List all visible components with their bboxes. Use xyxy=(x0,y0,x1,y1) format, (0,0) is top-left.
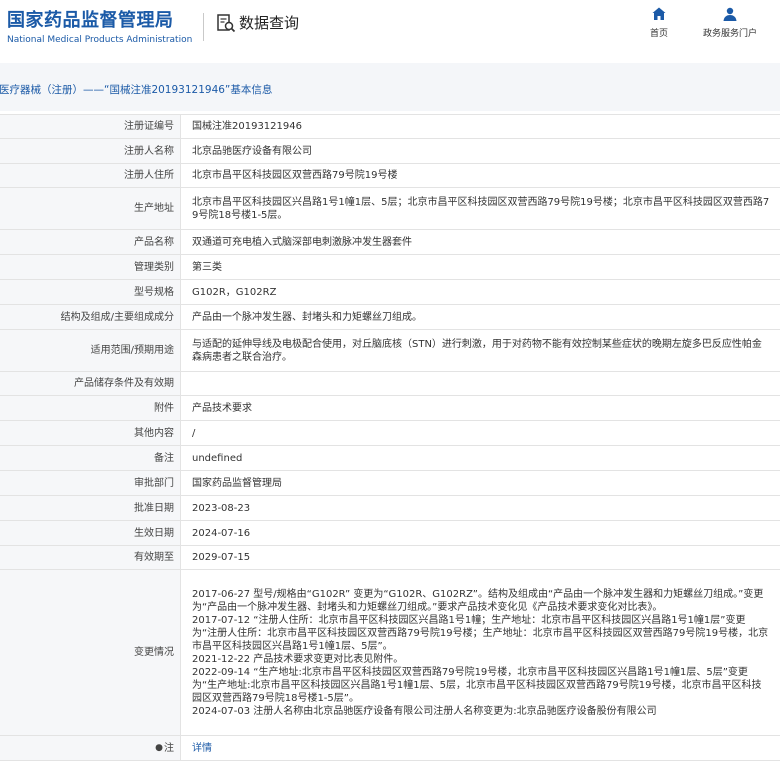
row-label: 变更情况 xyxy=(0,570,181,735)
table-row: 型号规格 G102R，G102RZ xyxy=(0,280,780,305)
row-label: 生产地址 xyxy=(0,188,181,229)
row-value: 国械注准20193121946 xyxy=(192,121,302,132)
row-value: 2029-07-15 xyxy=(192,552,251,563)
change-item: 2022-09-14 “生产地址:北京市昌平区科技园区双营西路79号院19号楼，… xyxy=(192,666,762,704)
row-label: 批准日期 xyxy=(0,496,181,520)
row-label: 管理类别 xyxy=(0,255,181,279)
table-row: 注册证编号 国械注准20193121946 xyxy=(0,115,780,139)
breadcrumb-text: 医疗器械（注册）——“国械注准20193121946”基本信息 xyxy=(0,84,273,96)
table-row: 附件 产品技术要求 xyxy=(0,396,780,421)
row-value: 2024-07-16 xyxy=(192,527,251,539)
logo-english-name: National Medical Products Administration xyxy=(7,35,193,45)
table-row: 生效日期 2024-07-16 xyxy=(0,521,780,546)
section-title-text: 数据查询 xyxy=(239,14,300,32)
section-title: 数据查询 xyxy=(216,12,299,33)
row-value: 北京品驰医疗设备有限公司 xyxy=(192,145,312,157)
home-icon xyxy=(652,7,666,20)
change-item: 2017-06-27 型号/规格由“G102R” 变更为“G102R、G102R… xyxy=(192,588,764,613)
row-label: 型号规格 xyxy=(0,280,181,304)
nav-home[interactable]: 首页 xyxy=(650,6,668,39)
change-item: 2017-07-12 “注册人住所：北京市昌平区科技园区兴昌路1号1幢；生产地址… xyxy=(192,614,769,652)
table-row: 产品储存条件及有效期 xyxy=(0,372,780,396)
row-label: 审批部门 xyxy=(0,471,181,495)
table-row: 适用范围/预期用途 与适配的延伸导线及电极配合使用，对丘脑底核（STN）进行刺激… xyxy=(0,330,780,372)
user-icon xyxy=(723,7,737,21)
row-value: 国家药品监督管理局 xyxy=(192,477,282,489)
table-row: 产品名称 双通道可充电植入式脑深部电刺激脉冲发生器套件 xyxy=(0,230,780,255)
change-item: 2024-07-03 注册人名称由北京品驰医疗设备有限公司注册人名称变更为:北京… xyxy=(192,705,657,717)
row-value: 产品技术要求 xyxy=(192,402,252,414)
row-label: 注册证编号 xyxy=(0,115,181,138)
table-row: 其他内容 / xyxy=(0,421,780,446)
row-value: G102R，G102RZ xyxy=(192,286,277,298)
row-label: 生效日期 xyxy=(0,521,181,545)
row-value: 与适配的延伸导线及电极配合使用，对丘脑底核（STN）进行刺激，用于对药物不能有效… xyxy=(192,338,762,363)
row-label: ● 注 xyxy=(0,736,181,760)
site-header: 国家药品监督管理局 National Medical Products Admi… xyxy=(0,0,780,60)
table-row: 审批部门 国家药品监督管理局 xyxy=(0,471,780,496)
row-label: 产品名称 xyxy=(0,230,181,254)
row-label: 附件 xyxy=(0,396,181,420)
row-value: 北京市昌平区科技园区兴昌路1号1幢1层、5层；北京市昌平区科技园区双营西路79号… xyxy=(192,196,770,221)
nav-gov-label: 政务服务门户 xyxy=(703,29,758,39)
table-row: 管理类别 第三类 xyxy=(0,255,780,280)
row-label: 注册人住所 xyxy=(0,164,181,187)
row-value: 北京市昌平区科技园区双营西路79号院19号楼 xyxy=(192,170,398,181)
table-row: 生产地址 北京市昌平区科技园区兴昌路1号1幢1层、5层；北京市昌平区科技园区双营… xyxy=(0,188,780,230)
breadcrumb: 医疗器械（注册）——“国械注准20193121946”基本信息 xyxy=(0,63,780,111)
row-value: undefined xyxy=(192,452,243,464)
row-label: 结构及组成/主要组成成分 xyxy=(0,305,181,329)
table-row: 注册人名称 北京品驰医疗设备有限公司 xyxy=(0,139,780,164)
nav-gov-portal[interactable]: 政务服务门户 xyxy=(703,6,757,39)
row-value: 双通道可充电植入式脑深部电刺激脉冲发生器套件 xyxy=(192,236,412,248)
detail-table: 注册证编号 国械注准20193121946 注册人名称 北京品驰医疗设备有限公司… xyxy=(0,114,780,761)
change-history-row: 变更情况 2017-06-27 型号/规格由“G102R” 变更为“G102R、… xyxy=(0,570,780,736)
data-search-icon xyxy=(217,13,236,32)
row-label: 有效期至 xyxy=(0,546,181,569)
row-label: 适用范围/预期用途 xyxy=(0,330,181,371)
table-row: 有效期至 2029-07-15 xyxy=(0,546,780,570)
table-row: ● 注 详情 xyxy=(0,736,780,761)
nav-home-label: 首页 xyxy=(650,29,669,39)
header-divider xyxy=(203,13,204,41)
row-value: 第三类 xyxy=(192,261,222,273)
table-row: 备注 undefined xyxy=(0,446,780,471)
row-label: 备注 xyxy=(0,446,181,470)
table-row: 注册人住所 北京市昌平区科技园区双营西路79号院19号楼 xyxy=(0,164,780,188)
site-logo[interactable]: 国家药品监督管理局 National Medical Products Admi… xyxy=(7,6,192,45)
change-item: 2021-12-22 产品技术要求变更对比表见附件。 xyxy=(192,653,404,665)
change-history-list: 2017-06-27 型号/规格由“G102R” 变更为“G102R、G102R… xyxy=(181,570,780,735)
row-value: / xyxy=(192,427,196,439)
logo-chinese-name: 国家药品监督管理局 xyxy=(7,10,174,31)
row-label: 产品储存条件及有效期 xyxy=(0,372,181,395)
row-value: 产品由一个脉冲发生器、封堵头和力矩螺丝刀组成。 xyxy=(192,311,422,323)
row-value: 2023-08-23 xyxy=(192,502,251,514)
table-row: 结构及组成/主要组成成分 产品由一个脉冲发生器、封堵头和力矩螺丝刀组成。 xyxy=(0,305,780,330)
table-row: 批准日期 2023-08-23 xyxy=(0,496,780,521)
row-label: 其他内容 xyxy=(0,421,181,445)
row-label: 注册人名称 xyxy=(0,139,181,163)
